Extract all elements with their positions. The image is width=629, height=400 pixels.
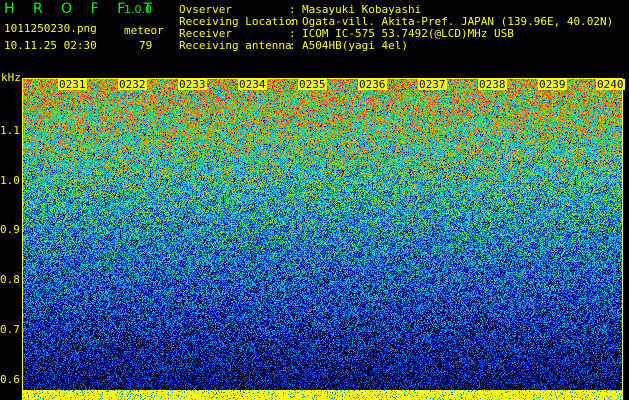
x-tick-label: 0238 [478,78,507,91]
app-version: 1.0.0 [124,3,152,16]
x-tick-label: 0240 [596,78,625,91]
x-tick-label: 0237 [418,78,447,91]
y-tick-label: 0.6 [0,373,20,386]
plot-left-border [22,78,23,400]
meteor-label: meteor [124,24,164,37]
info-key-antenna: Receiving antenna [179,39,292,52]
x-tick-label: 0232 [118,78,147,91]
hroft-window: H R O F F T 1.0.0 1011250230.png 10.11.2… [0,0,629,400]
x-tick-label: 0239 [538,78,567,91]
spectrogram-canvas [22,78,623,400]
x-tick-label: 0235 [298,78,327,91]
file-datetime: 10.11.25 02:30 [4,39,97,52]
y-tick-label: 1.1 [0,124,20,137]
x-tick-label: 0233 [178,78,207,91]
info-colon: : [289,39,296,52]
spectrogram [22,78,623,400]
y-tick-label: 0.8 [0,273,20,286]
y-axis-unit: kHz [1,71,21,84]
y-tick-label: 1.0 [0,174,20,187]
x-tick-label: 0236 [358,78,387,91]
file-name: 1011250230.png [4,22,97,35]
info-value-antenna: A504HB(yagi 4el) [302,39,408,52]
x-tick-label: 0234 [238,78,267,91]
y-tick-label: 0.7 [0,323,20,336]
plot-right-border [622,78,623,400]
y-tick-label: 0.9 [0,223,20,236]
meteor-count: 79 [139,39,153,52]
x-tick-label: 0231 [58,78,87,91]
